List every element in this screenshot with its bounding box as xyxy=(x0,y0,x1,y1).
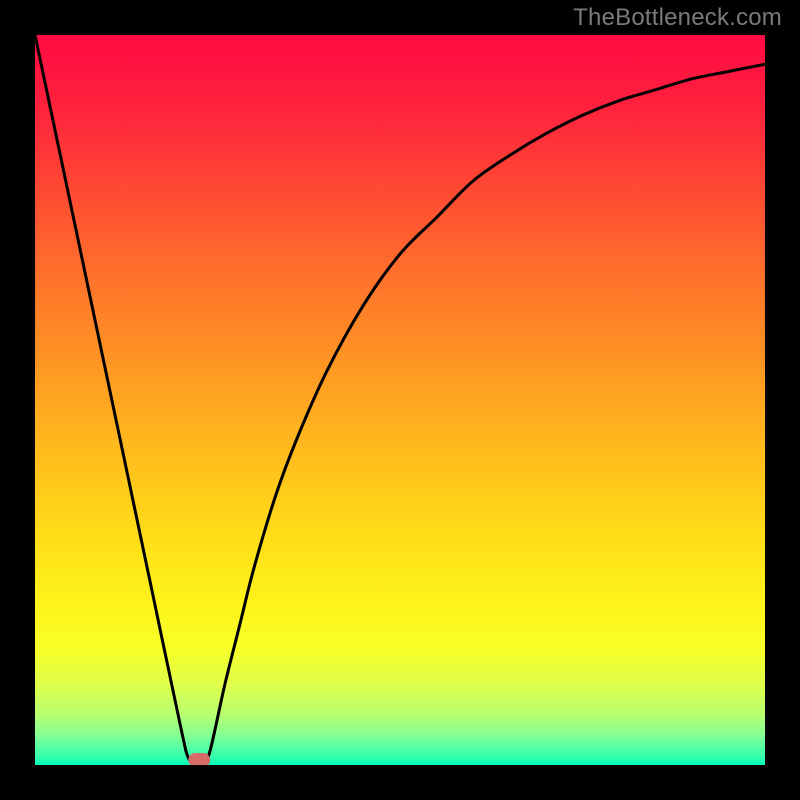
bottleneck-curve xyxy=(35,35,765,765)
optimal-marker xyxy=(188,753,210,765)
curve-layer xyxy=(35,35,765,765)
plot-area xyxy=(35,35,765,765)
chart-frame: TheBottleneck.com xyxy=(0,0,800,800)
watermark-text: TheBottleneck.com xyxy=(573,4,782,32)
